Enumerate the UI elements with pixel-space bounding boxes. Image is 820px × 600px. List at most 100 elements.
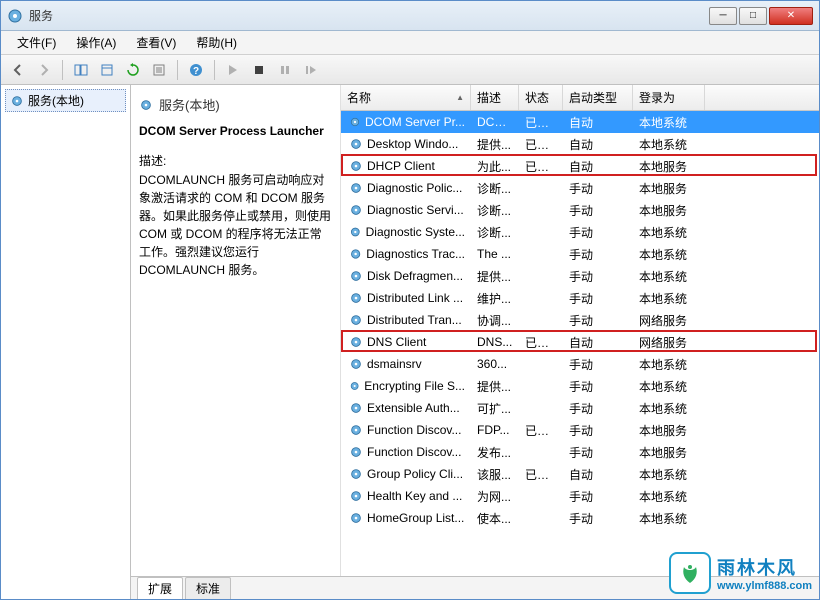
refresh-button[interactable] [122,59,144,81]
menu-help[interactable]: 帮助(H) [186,34,247,51]
cell-name: Distributed Link ... [343,291,471,305]
cell-status: 已启动 [519,136,563,153]
gear-icon [349,115,361,129]
menu-view[interactable]: 查看(V) [126,34,186,51]
detail-pane: 服务(本地) DCOM Server Process Launcher 描述: … [131,85,341,576]
cell-startup: 手动 [563,246,633,263]
svg-text:?: ? [193,66,199,77]
cell-logon: 本地系统 [633,400,705,417]
service-row[interactable]: Distributed Link ...维护... 手动本地系统 [341,287,819,309]
cell-logon: 本地服务 [633,202,705,219]
cell-startup: 手动 [563,202,633,219]
toolbar-separator [214,60,215,80]
tab-extended[interactable]: 扩展 [137,577,183,599]
start-service-button[interactable] [222,59,244,81]
service-row[interactable]: Group Policy Cli...该服...已启动自动本地系统 [341,463,819,485]
service-row[interactable]: Function Discov...发布...手动本地服务 [341,441,819,463]
cell-name: Function Discov... [343,445,471,459]
col-header-desc[interactable]: 描述 [471,85,519,110]
cell-logon: 本地系统 [633,268,705,285]
restart-service-button[interactable] [300,59,322,81]
export-button[interactable] [96,59,118,81]
cell-desc: 提供... [471,378,519,395]
cell-desc: 诊断... [471,224,519,241]
maximize-button[interactable]: □ [739,7,767,25]
cell-name: dsmainsrv [343,357,471,371]
tab-standard[interactable]: 标准 [185,577,231,599]
right-top: 服务(本地) DCOM Server Process Launcher 描述: … [131,85,819,577]
cell-name: Group Policy Cli... [343,467,471,481]
service-row[interactable]: HomeGroup List...使本...手动本地系统 [341,507,819,529]
col-header-logon[interactable]: 登录为 [633,85,705,110]
cell-desc: The ... [471,247,519,261]
service-row[interactable]: Function Discov...FDP...已启动手动本地服务 [341,419,819,441]
properties-button[interactable] [148,59,170,81]
stop-service-button[interactable] [248,59,270,81]
service-row[interactable]: DNS ClientDNS...已启动自动网络服务 [341,331,819,353]
cell-startup: 手动 [563,444,633,461]
toolbar-separator [62,60,63,80]
cell-startup: 手动 [563,400,633,417]
services-icon [7,8,23,24]
show-hide-tree-button[interactable] [70,59,92,81]
cell-desc: 协调... [471,312,519,329]
close-button[interactable]: ✕ [769,7,813,25]
gear-icon [349,335,363,349]
cell-desc: 提供... [471,268,519,285]
service-row[interactable]: Extensible Auth...可扩...手动本地系统 [341,397,819,419]
col-header-name[interactable]: 名称▲ [341,85,471,110]
col-header-status[interactable]: 状态 [519,85,563,110]
cell-name: Diagnostic Servi... [343,203,471,217]
minimize-button[interactable]: ─ [709,7,737,25]
content-area: 服务(本地) 服务(本地) DCOM Server Process Launch… [1,85,819,599]
service-row[interactable]: Disk Defragmen...提供...手动本地系统 [341,265,819,287]
service-row[interactable]: Desktop Windo...提供...已启动自动本地系统 [341,133,819,155]
gear-icon [349,247,362,261]
help-button[interactable]: ? [185,59,207,81]
list-rows: DCOM Server Pr...DCO...已启动自动本地系统Desktop … [341,111,819,529]
list-header: 名称▲ 描述 状态 启动类型 登录为 [341,85,819,111]
gear-icon [349,291,363,305]
detail-desc-label: 描述: [139,152,332,169]
service-row[interactable]: Health Key and ...为网...手动本地系统 [341,485,819,507]
gear-icon [139,98,153,112]
menu-action[interactable]: 操作(A) [66,34,126,51]
cell-logon: 本地系统 [633,488,705,505]
cell-startup: 手动 [563,290,633,307]
service-row[interactable]: DCOM Server Pr...DCO...已启动自动本地系统 [341,111,819,133]
back-button[interactable] [7,59,29,81]
cell-status: 已启动 [519,422,563,439]
service-row[interactable]: Diagnostic Polic...诊断...手动本地服务 [341,177,819,199]
pause-service-button[interactable] [274,59,296,81]
service-row[interactable]: Diagnostic Servi...诊断...手动本地服务 [341,199,819,221]
cell-name: Desktop Windo... [343,137,471,151]
cell-desc: 该服... [471,466,519,483]
gear-icon [349,137,363,151]
cell-status: 已启动 [519,466,563,483]
cell-desc: 维护... [471,290,519,307]
service-row[interactable]: Distributed Tran...协调...手动网络服务 [341,309,819,331]
menu-file[interactable]: 文件(F) [7,34,66,51]
cell-desc: FDP... [471,423,519,437]
service-row[interactable]: DHCP Client为此...已启动自动本地服务 [341,155,819,177]
titlebar: 服务 ─ □ ✕ [1,1,819,31]
cell-logon: 本地服务 [633,422,705,439]
detail-description: DCOMLAUNCH 服务可启动响应对象激活请求的 COM 和 DCOM 服务器… [139,171,332,279]
service-row[interactable]: Encrypting File S...提供...手动本地系统 [341,375,819,397]
tree-root-services-local[interactable]: 服务(本地) [5,89,126,112]
col-header-startup[interactable]: 启动类型 [563,85,633,110]
service-row[interactable]: Diagnostic Syste...诊断...手动本地系统 [341,221,819,243]
cell-name: Extensible Auth... [343,401,471,415]
detail-service-title: DCOM Server Process Launcher [139,124,332,138]
cell-name: DNS Client [343,335,471,349]
service-row[interactable]: dsmainsrv360...手动本地系统 [341,353,819,375]
services-list[interactable]: 名称▲ 描述 状态 启动类型 登录为 DCOM Server Pr...DCO.… [341,85,819,576]
gear-icon [349,401,363,415]
forward-button[interactable] [33,59,55,81]
tree-pane: 服务(本地) [1,85,131,599]
cell-name: Diagnostic Syste... [343,225,471,239]
watermark-name: 雨林木风 [717,554,812,580]
gear-icon [349,203,363,217]
cell-logon: 本地系统 [633,290,705,307]
service-row[interactable]: Diagnostics Trac...The ...手动本地系统 [341,243,819,265]
